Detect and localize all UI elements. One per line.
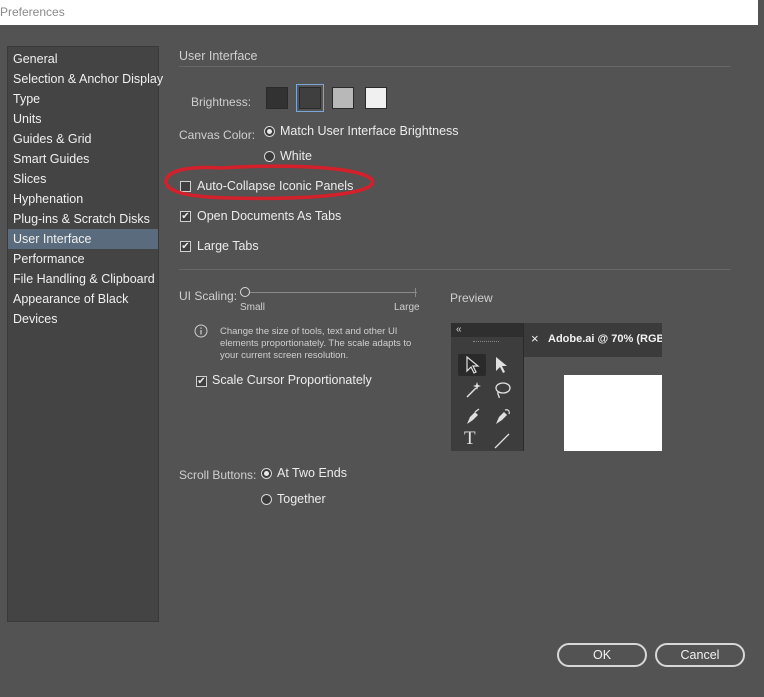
ui-scaling-slider-thumb[interactable] [240, 287, 250, 297]
type-icon: T [464, 428, 476, 449]
canvas-color-match-label[interactable]: Match User Interface Brightness [280, 124, 459, 138]
direct-selection-arrow-icon [496, 357, 507, 373]
scroll-buttons-label: Scroll Buttons: [179, 468, 257, 482]
panel-collapse-icon: « [456, 324, 462, 335]
lasso-icon [495, 382, 511, 399]
ui-scaling-min-label: Small [240, 302, 266, 313]
canvas-color-match-radio[interactable] [264, 126, 275, 137]
sidebar-item-hyphenation[interactable]: Hyphenation [8, 189, 158, 209]
scale-cursor-checkbox[interactable]: ✔ [196, 376, 207, 387]
ui-scaling-end-tick [415, 288, 416, 297]
sidebar-item-performance[interactable]: Performance [8, 249, 158, 269]
ui-scaling-help-text: Change the size of tools, text and other… [220, 326, 412, 361]
brightness-swatch-dark[interactable] [299, 87, 321, 109]
sidebar-item-appearance-of-black[interactable]: Appearance of Black [8, 289, 158, 309]
sidebar-item-general[interactable]: General [8, 49, 158, 69]
sidebar-item-type[interactable]: Type [8, 89, 158, 109]
scroll-buttons-together-radio[interactable] [261, 494, 272, 505]
grip-icon [473, 341, 499, 345]
window-title: Preferences [0, 5, 65, 19]
ui-scaling-max-label: Large [394, 302, 420, 313]
selection-arrow-icon [466, 356, 480, 374]
section-divider [179, 66, 731, 67]
section-title: User Interface [179, 49, 258, 63]
brightness-swatches [262, 83, 392, 113]
ui-scaling-label: UI Scaling: [179, 289, 238, 303]
scroll-buttons-together-label[interactable]: Together [277, 492, 326, 506]
sidebar-item-slices[interactable]: Slices [8, 169, 158, 189]
sidebar-item-smart-guides[interactable]: Smart Guides [8, 149, 158, 169]
info-icon [194, 324, 208, 338]
brightness-swatch-darkest[interactable] [266, 87, 288, 109]
brightness-label: Brightness: [191, 95, 252, 109]
preview-panel: « T × Adobe.ai @ 70% (RGB/ [451, 323, 662, 451]
sidebar-item-plugins-scratch-disks[interactable]: Plug-ins & Scratch Disks [8, 209, 158, 229]
artboard [564, 375, 662, 451]
brightness-swatch-light[interactable] [332, 87, 354, 109]
sidebar-item-units[interactable]: Units [8, 109, 158, 129]
close-tab-icon[interactable]: × [531, 331, 539, 346]
preferences-sidebar: General Selection & Anchor Display Type … [7, 46, 163, 622]
preview-label: Preview [450, 291, 493, 305]
line-icon [494, 433, 510, 449]
document-tab-title: Adobe.ai @ 70% (RGB/ [548, 333, 662, 345]
ui-scaling-track[interactable] [245, 292, 417, 293]
magic-wand-icon [466, 382, 481, 398]
scale-cursor-label[interactable]: Scale Cursor Proportionately [212, 373, 372, 387]
sidebar-item-guides-grid[interactable]: Guides & Grid [8, 129, 158, 149]
large-tabs-label[interactable]: Large Tabs [197, 239, 259, 253]
brightness-swatch-lightest[interactable] [365, 87, 387, 109]
scroll-buttons-two-ends-label[interactable]: At Two Ends [277, 466, 347, 480]
ok-button[interactable]: OK [557, 643, 647, 667]
open-documents-as-tabs-label[interactable]: Open Documents As Tabs [197, 209, 341, 223]
canvas-color-label: Canvas Color: [179, 128, 256, 142]
pen-icon [467, 408, 480, 424]
cancel-button[interactable]: Cancel [655, 643, 745, 667]
curvature-pen-icon [496, 409, 510, 424]
sidebar-item-devices[interactable]: Devices [8, 309, 158, 329]
scroll-buttons-two-ends-radio[interactable] [261, 468, 272, 479]
title-bar: Preferences [0, 0, 758, 25]
red-annotation-circle [164, 164, 374, 201]
sidebar-item-user-interface[interactable]: User Interface [8, 229, 158, 249]
large-tabs-checkbox[interactable]: ✔ [180, 241, 191, 252]
sidebar-item-selection-anchor-display[interactable]: Selection & Anchor Display [8, 69, 163, 89]
open-documents-as-tabs-checkbox[interactable]: ✔ [180, 211, 191, 222]
sidebar-item-file-handling-clipboard[interactable]: File Handling & Clipboard [8, 269, 158, 289]
ui-divider [179, 269, 731, 270]
